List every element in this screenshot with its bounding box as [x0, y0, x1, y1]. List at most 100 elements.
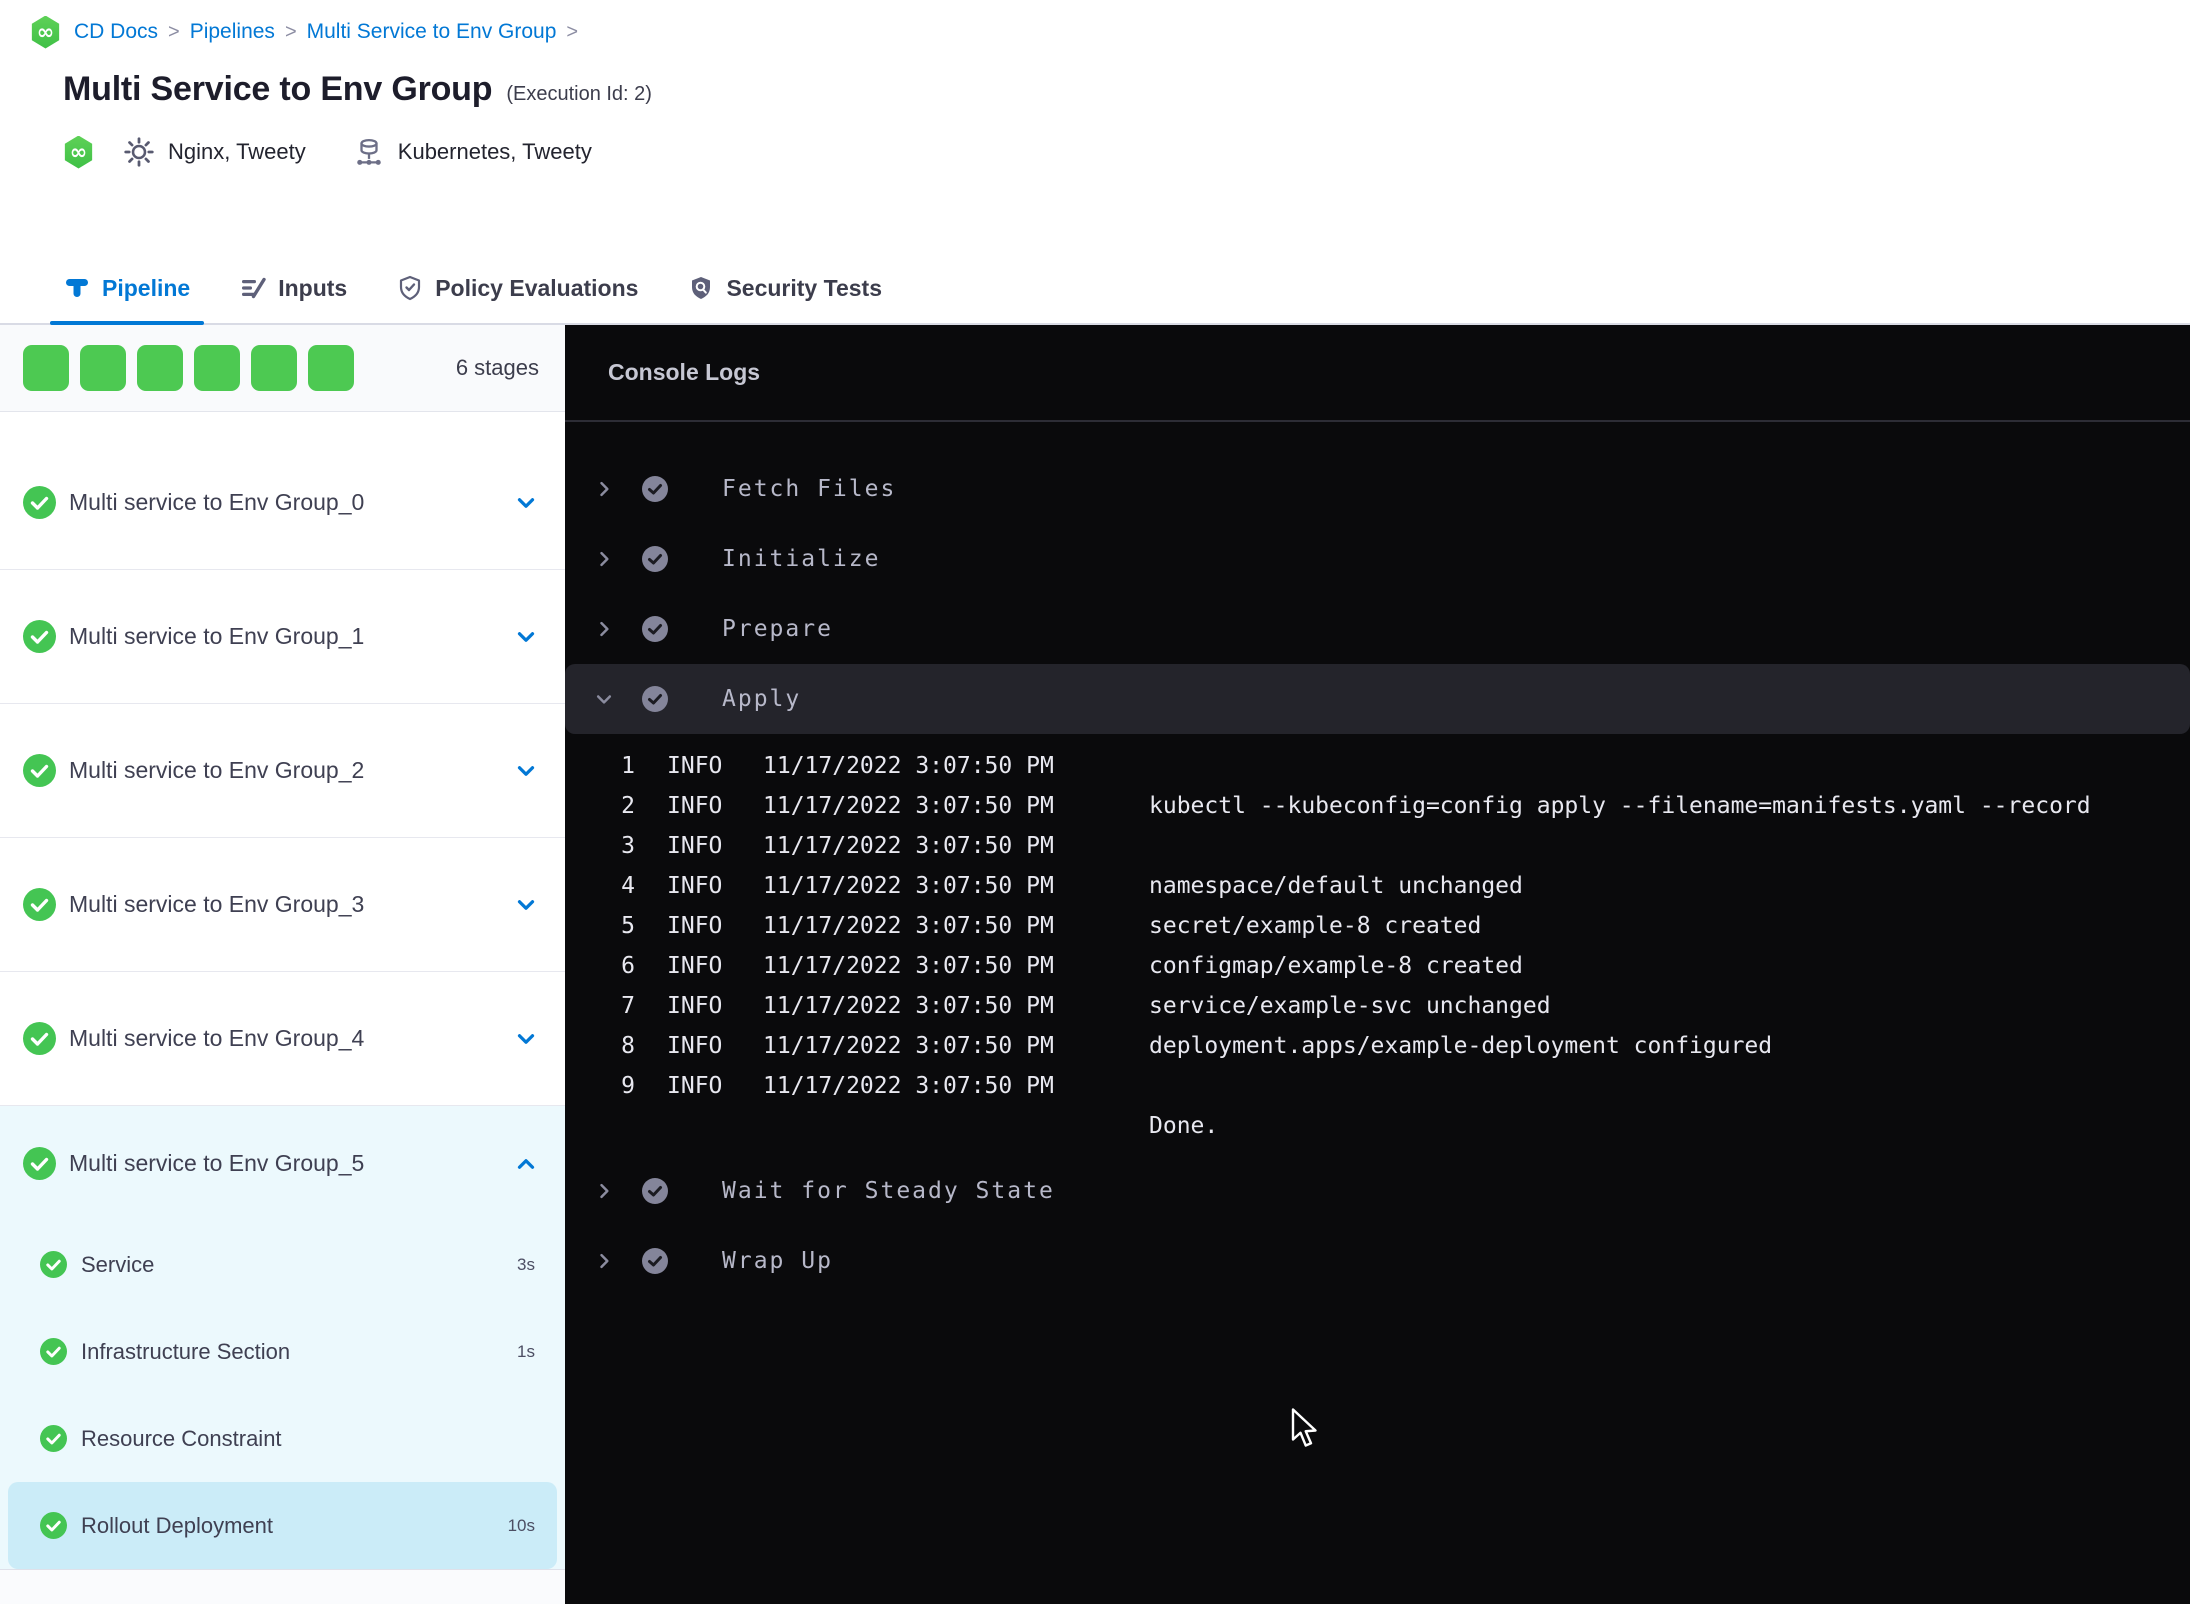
chevron-down-icon[interactable]: [513, 892, 539, 918]
chevron-right-icon[interactable]: [594, 549, 614, 569]
log-line: 6 INFO 11/17/2022 3:07:50 PM configmap/e…: [607, 946, 2190, 986]
log-timestamp: 11/17/2022 3:07:50 PM: [763, 913, 1054, 939]
breadcrumb-link-multi-service-to-env-group[interactable]: Multi Service to Env Group: [307, 20, 557, 44]
log-section-wrap-up[interactable]: Wrap Up: [565, 1226, 2190, 1296]
log-line-number: 4: [621, 873, 635, 899]
log-section-label: Prepare: [722, 616, 833, 642]
stage-progress-square[interactable]: [194, 345, 240, 391]
chevron-down-icon[interactable]: [513, 1026, 539, 1052]
step-label: Rollout Deployment: [81, 1512, 273, 1538]
log-section-apply[interactable]: Apply: [565, 664, 2190, 734]
success-check-icon: [40, 1512, 67, 1539]
breadcrumb-link-pipelines[interactable]: Pipelines: [190, 20, 275, 44]
success-check-icon: [642, 686, 668, 712]
breadcrumb-items: CD Docs > Pipelines > Multi Service to Env G…: [74, 20, 588, 44]
chevron-right-icon[interactable]: [594, 1251, 614, 1271]
breadcrumb-separator: >: [168, 20, 180, 43]
success-check-icon: [40, 1251, 67, 1278]
chevron-right-icon[interactable]: [594, 619, 614, 639]
chevron-right-icon[interactable]: [594, 479, 614, 499]
log-section-label: Apply: [722, 686, 802, 712]
stage-row-multi-service-to-env-group-2[interactable]: Multi service to Env Group_2: [0, 704, 565, 838]
log-timestamp: 11/17/2022 3:07:50 PM: [763, 793, 1054, 819]
cd-module-icon: ∞: [31, 15, 60, 49]
stage-label: Multi service to Env Group_2: [69, 757, 365, 783]
stage-row-multi-service-to-env-group-0[interactable]: Multi service to Env Group_0: [0, 436, 565, 570]
page-header: ∞ CD Docs > Pipelines > Multi Service to Env…: [0, 0, 2190, 253]
log-level: INFO: [667, 1073, 723, 1099]
log-section-prepare[interactable]: Prepare: [565, 594, 2190, 664]
log-section-fetch-files[interactable]: Fetch Files: [565, 454, 2190, 524]
chevron-right-icon[interactable]: [594, 1181, 614, 1201]
inputs-icon: [240, 275, 266, 301]
title-row: Multi Service to Env Group (Execution Id…: [63, 70, 2190, 109]
step-row-resource-constraint[interactable]: Resource Constraint: [8, 1395, 557, 1482]
log-level: INFO: [667, 873, 723, 899]
tab-bar: Pipeline Inputs Policy Evaluations Secur…: [0, 253, 2190, 325]
sidebar-filler: [0, 1570, 565, 1604]
stage-label: Multi service to Env Group_3: [69, 891, 365, 917]
log-level: INFO: [667, 753, 723, 779]
success-check-icon: [23, 1022, 56, 1055]
log-message: service/example-svc unchanged: [1149, 993, 1551, 1019]
step-duration: 1s: [517, 1341, 535, 1361]
log-section-label: Fetch Files: [722, 476, 897, 502]
step-duration: 10s: [507, 1515, 535, 1535]
success-check-icon: [642, 476, 668, 502]
stage-progress-squares: [23, 345, 354, 391]
log-line: 4 INFO 11/17/2022 3:07:50 PM namespace/d…: [607, 866, 2190, 906]
log-message: Done.: [1149, 1113, 1219, 1139]
tab-policy-evaluations[interactable]: Policy Evaluations: [383, 253, 652, 323]
log-section-initialize[interactable]: Initialize: [565, 524, 2190, 594]
stage-progress-square[interactable]: [137, 345, 183, 391]
tab-inputs[interactable]: Inputs: [226, 253, 361, 323]
tab-label: Security Tests: [726, 274, 882, 301]
tab-pipeline[interactable]: Pipeline: [50, 253, 205, 325]
chevron-up-icon[interactable]: [513, 1151, 539, 1177]
success-check-icon: [23, 486, 56, 519]
stage-progress-square[interactable]: [80, 345, 126, 391]
step-label: Service: [81, 1251, 155, 1277]
log-section-wait-for-steady-state[interactable]: Wait for Steady State: [565, 1156, 2190, 1226]
log-level: INFO: [667, 993, 723, 1019]
stage-row-multi-service-to-env-group-1[interactable]: Multi service to Env Group_1: [0, 570, 565, 704]
stage-row-multi-service-to-env-group-4[interactable]: Multi service to Env Group_4: [0, 972, 565, 1106]
chevron-down-icon[interactable]: [594, 689, 614, 709]
chevron-down-icon[interactable]: [513, 758, 539, 784]
services-environments-row: ∞ Nginx, Tweety Kubernetes, Tweety: [63, 133, 2190, 171]
chevron-down-icon[interactable]: [513, 490, 539, 516]
step-label: Infrastructure Section: [81, 1338, 291, 1364]
log-line: 2 INFO 11/17/2022 3:07:50 PM kubectl --k…: [607, 786, 2190, 826]
success-check-icon: [642, 546, 668, 572]
stage-label: Multi service to Env Group_0: [69, 489, 365, 515]
step-row-rollout-deployment[interactable]: Rollout Deployment 10s: [8, 1482, 557, 1569]
tab-label: Policy Evaluations: [435, 274, 639, 301]
breadcrumb-link-cd-docs[interactable]: CD Docs: [74, 20, 158, 44]
success-check-icon: [642, 616, 668, 642]
step-row-service[interactable]: Service 3s: [8, 1221, 557, 1308]
stage-label: Multi service to Env Group_1: [69, 623, 365, 649]
stage-progress-square[interactable]: [23, 345, 69, 391]
stage-row-multi-service-to-env-group-3[interactable]: Multi service to Env Group_3: [0, 838, 565, 972]
chevron-down-icon[interactable]: [513, 624, 539, 650]
tab-security-tests[interactable]: Security Tests: [674, 253, 896, 323]
log-level: INFO: [667, 1033, 723, 1059]
log-timestamp: 11/17/2022 3:07:50 PM: [763, 1073, 1054, 1099]
log-level: INFO: [667, 793, 723, 819]
log-line-number: 3: [621, 833, 635, 859]
main-content: 6 stages Multi service to Env Group_0 Mu…: [0, 325, 2190, 1604]
log-line: 3 INFO 11/17/2022 3:07:50 PM: [607, 826, 2190, 866]
log-line-number: 7: [621, 993, 635, 1019]
log-level: INFO: [667, 953, 723, 979]
stage-list: Multi service to Env Group_0 Multi servi…: [0, 412, 565, 1570]
step-row-infrastructure-section[interactable]: Infrastructure Section 1s: [8, 1308, 557, 1395]
execution-id-label: (Execution Id: 2): [506, 83, 652, 105]
stage-progress-square[interactable]: [308, 345, 354, 391]
log-line: 1 INFO 11/17/2022 3:07:50 PM: [607, 746, 2190, 786]
log-line-number: 8: [621, 1033, 635, 1059]
stage-progress-square[interactable]: [251, 345, 297, 391]
step-list: Service 3s Infrastructure Section 1s Res…: [0, 1221, 565, 1569]
stage-row-multi-service-to-env-group-5[interactable]: Multi service to Env Group_5: [0, 1106, 565, 1221]
log-timestamp: 11/17/2022 3:07:50 PM: [763, 1033, 1054, 1059]
log-timestamp: 11/17/2022 3:07:50 PM: [763, 753, 1054, 779]
